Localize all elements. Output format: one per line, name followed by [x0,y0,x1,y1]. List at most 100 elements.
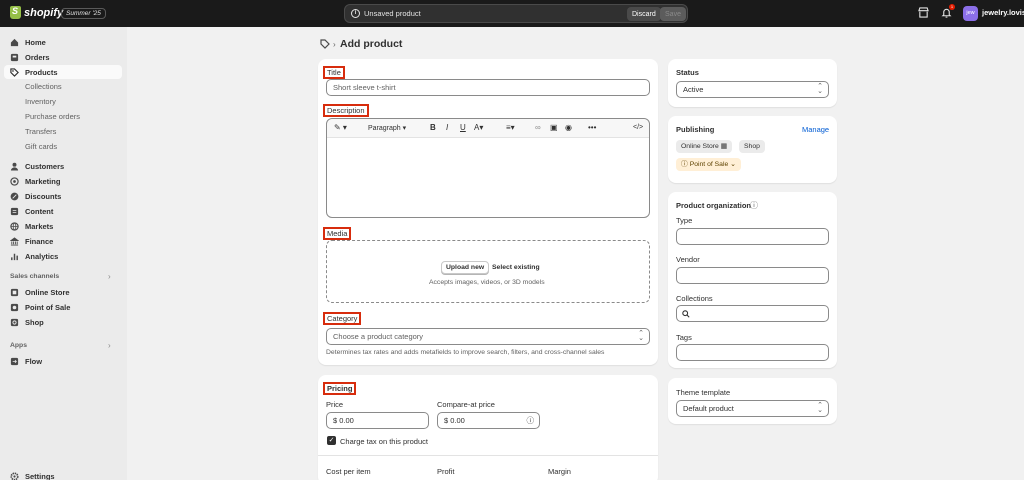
sidebar-item-label: Home [25,37,46,47]
bold-icon[interactable]: B [430,123,436,132]
media-help-text: Accepts images, videos, or 3D models [429,279,545,286]
channel-label: Online Store [681,143,719,150]
paragraph-select[interactable]: Paragraph ▾ [368,124,406,132]
status-select[interactable]: Active ⌃ ⌄ [676,81,829,98]
save-button[interactable]: Save [660,7,686,21]
code-icon[interactable]: </> [633,124,643,131]
image-icon[interactable]: ▣ [550,123,558,132]
text-color-icon[interactable]: A▾ [474,123,483,132]
apps-heading: Apps [10,342,27,349]
compare-at-price-label: Compare-at price [437,400,495,409]
store-icon [10,288,19,296]
sidebar-subitem-transfers[interactable]: Transfers [25,126,56,138]
flow-icon [10,357,19,365]
info-icon: ⓘ [681,161,688,168]
sidebar-item-point-of-sale[interactable]: Point of Sale [4,300,122,314]
sidebar-item-label: Point of Sale [25,302,71,312]
status-heading: Status [676,68,699,77]
theme-template-select[interactable]: Default product ⌃ ⌄ [676,400,829,417]
sidebar-subitem-purchase-orders[interactable]: Purchase orders [25,111,80,123]
upload-new-button[interactable]: Upload new [441,261,490,274]
contextual-save-bar: i Unsaved product Discard Save [344,4,688,23]
select-existing-link[interactable]: Select existing [492,264,540,271]
video-icon[interactable]: ◉ [565,123,572,132]
align-icon[interactable]: ≡▾ [506,123,515,132]
sidebar-subitem-gift-cards[interactable]: Gift cards [25,141,57,153]
category-select[interactable]: Choose a product category ⌃ ⌄ [326,328,650,345]
sidebar-item-label: Content [25,206,54,216]
vendor-input[interactable] [676,267,829,284]
sidebar-item-customers[interactable]: Customers [4,159,122,173]
tags-label: Tags [676,333,692,342]
sidebar-item-label: Discounts [25,191,62,201]
sidebar-item-shop[interactable]: Shop [4,315,122,329]
tag-icon[interactable] [320,39,330,49]
price-input[interactable]: $ 0.00 [326,412,429,429]
price-label: Price [326,400,344,409]
avatar[interactable]: jew [963,6,978,21]
discard-button[interactable]: Discard [627,7,661,21]
sidebar-item-label: Settings [25,471,55,480]
pos-icon [10,303,19,311]
sidebar-item-online-store[interactable]: Online Store [4,285,122,299]
compare-at-price-input[interactable]: $ 0.00 ⓘ [437,412,540,429]
sidebar-item-flow[interactable]: Flow [4,354,122,368]
sidebar-item-home[interactable]: Home [4,35,122,49]
title-input[interactable]: Short sleeve t-shirt [326,79,650,96]
magic-icon[interactable]: ✎ ▾ [334,123,347,132]
sidebar-item-finance[interactable]: Finance [4,234,122,248]
help-icon[interactable]: ⓘ [527,413,535,428]
more-icon[interactable]: ••• [588,123,596,132]
underline-icon[interactable]: U [460,123,466,132]
sidebar-subitem-inventory[interactable]: Inventory [25,96,56,108]
chevron-right-icon[interactable]: › [108,272,111,281]
category-placeholder: Choose a product category [333,332,424,341]
sidebar: Home Orders Products Collections Invento… [0,27,127,480]
chevron-updown-icon: ⌃ ⌄ [817,83,823,95]
category-help-text: Determines tax rates and adds metafields… [326,349,605,356]
sidebar-item-discounts[interactable]: Discounts [4,189,122,203]
italic-icon[interactable]: I [446,123,448,132]
chevron-updown-icon: ⌃ ⌄ [817,402,823,414]
info-icon: i [351,9,360,18]
channel-online-store-pill[interactable]: Online Store ▦ [676,140,733,153]
top-bar: shopify Summer '25 i Unsaved product Dis… [0,0,1024,27]
publishing-heading: Publishing [676,125,715,134]
organization-heading: Product organization [676,201,751,210]
media-label: Media [322,227,352,240]
sidebar-item-markets[interactable]: Markets [4,219,122,233]
tags-input[interactable] [676,344,829,361]
channel-shop-pill[interactable]: Shop [739,140,765,153]
compare-at-price-value: $ 0.00 [444,416,465,425]
edition-badge[interactable]: Summer '25 [61,8,106,19]
shop-icon [10,318,19,326]
sidebar-item-label: Customers [25,161,65,171]
store-name[interactable]: jewelry.lovisa [982,8,1024,17]
calendar-icon: ▦ [720,143,728,150]
sidebar-item-products[interactable]: Products [4,65,122,79]
product-organization-card: Product organization ⓘ Type Vendor Colle… [668,192,837,368]
sidebar-item-marketing[interactable]: Marketing [4,174,122,188]
manage-link[interactable]: Manage [802,125,829,134]
channel-pos-pill[interactable]: ⓘ Point of Sale ⌄ [676,158,741,171]
media-dropzone[interactable]: Upload new Select existing Accepts image… [326,240,650,303]
sidebar-item-orders[interactable]: Orders [4,50,122,64]
sidebar-item-content[interactable]: Content [4,204,122,218]
theme-template-card: Theme template Default product ⌃ ⌄ [668,378,837,424]
shopify-logo[interactable]: shopify [10,6,63,19]
sidebar-item-analytics[interactable]: Analytics [4,249,122,263]
description-label: Description [323,104,369,117]
info-icon[interactable]: ⓘ [750,200,758,211]
sidebar-item-settings[interactable]: Settings [4,469,122,480]
link-icon[interactable]: ∞ [535,123,541,132]
sidebar-item-label: Products [25,67,58,77]
type-input[interactable] [676,228,829,245]
sidebar-subitem-collections[interactable]: Collections [25,81,62,93]
collections-input[interactable] [676,305,829,322]
type-label: Type [676,216,693,225]
charge-tax-checkbox[interactable]: ✓ [327,436,336,445]
brand-name: shopify [24,6,64,19]
store-icon[interactable] [918,7,929,18]
description-editor[interactable]: ✎ ▾ Paragraph ▾ B I U A▾ ≡▾ ∞ ▣ ◉ ••• </… [326,118,650,218]
chevron-right-icon[interactable]: › [108,341,111,350]
